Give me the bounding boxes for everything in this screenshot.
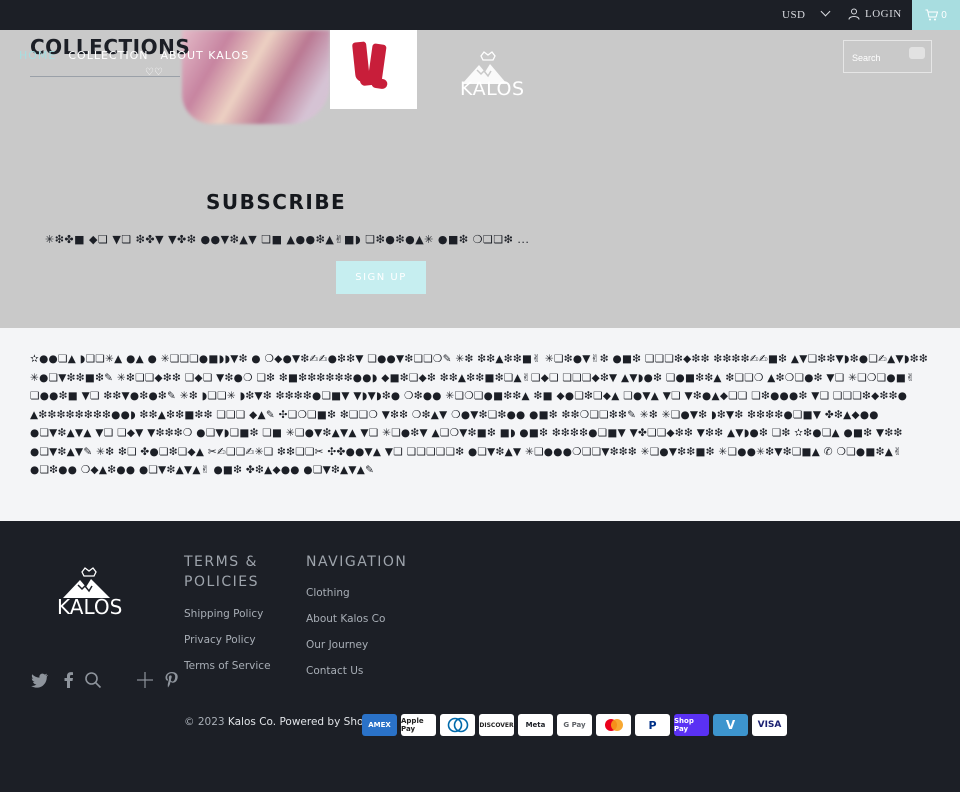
visa-icon: VISA [752, 714, 787, 736]
cart-button[interactable]: 0 [912, 0, 960, 30]
subscribe-heading: SUBSCRIBE [206, 190, 347, 214]
payment-methods: AMEX Apple Pay DISCOVER Meta G Pay P Sho… [362, 714, 787, 736]
top-bar: USD LOGIN 0 [0, 0, 960, 30]
facebook-icon[interactable] [60, 671, 78, 689]
terms-heading: TERMS & POLICIES [184, 554, 260, 590]
chevron-down-icon [820, 6, 830, 17]
nav-about[interactable]: ABOUT KALOS [160, 49, 249, 62]
currency-label: USD [782, 9, 806, 21]
currency-selector[interactable]: USD [782, 6, 830, 21]
nav-home[interactable]: HOME [19, 49, 56, 62]
logo-text[interactable]: KALOS [460, 78, 525, 100]
meta-pay-icon: Meta [518, 714, 553, 736]
socks-image [330, 30, 417, 109]
login-label: LOGIN [865, 8, 902, 20]
google-pay-icon: G Pay [557, 714, 592, 736]
heart-icon: ♡♡ [145, 67, 163, 78]
paypal-icon: P [635, 714, 670, 736]
login-link[interactable]: LOGIN [848, 8, 902, 20]
diners-club-icon [440, 714, 475, 736]
apple-pay-icon: Apple Pay [401, 714, 436, 736]
amex-icon: AMEX [362, 714, 397, 736]
privacy-policy-link[interactable]: Privacy Policy [184, 634, 256, 646]
our-journey-link[interactable]: Our Journey [306, 639, 368, 651]
search-icon[interactable] [909, 47, 925, 59]
search-icon[interactable] [84, 671, 102, 689]
sign-up-button[interactable]: SIGN UP [336, 261, 426, 294]
terms-of-service-link[interactable]: Terms of Service [184, 660, 271, 672]
subscribe-text: ✳❇✤■ ◆❏ ▼❏ ❇✤▼ ▼✤❇ ●●▼❇▲▼ ❏■ ▲●●❇▲✌■◗ ❏❇… [45, 233, 530, 246]
user-icon [848, 8, 860, 20]
nav-collection[interactable]: COLLECTION [68, 49, 148, 62]
cart-count: 0 [941, 9, 947, 21]
dress-image [182, 30, 330, 124]
copyright-brand-link[interactable]: Kalos Co. [228, 716, 276, 728]
copyright-year: © 2023 [184, 716, 225, 728]
venmo-icon: V [713, 714, 748, 736]
discover-icon: DISCOVER [479, 714, 514, 736]
cart-icon [925, 9, 939, 21]
footer: KALOS TERMS & POLICIES Shipping Policy P… [0, 521, 960, 792]
hero-section: COLLECTIONS HOME COLLECTION ABOUT KALOS … [0, 30, 960, 328]
about-kalos-link[interactable]: About Kalos Co [306, 613, 385, 625]
footer-logo-text[interactable]: KALOS [57, 595, 122, 619]
contact-us-link[interactable]: Contact Us [306, 665, 363, 677]
clothing-link[interactable]: Clothing [306, 587, 350, 599]
navigation-heading: NAVIGATION [306, 554, 408, 570]
main-nav: HOME COLLECTION ABOUT KALOS [19, 49, 249, 62]
twitter-icon[interactable] [31, 671, 49, 689]
about-section: ✫●●❏▲ ◗❏❏✳▲ ●▲ ● ✳❏❏❏●■◗◗▼❇ ● ❍◆●▼❇✍✍●❇❇… [0, 328, 960, 521]
about-text: ✫●●❏▲ ◗❏❏✳▲ ●▲ ● ✳❏❏❏●■◗◗▼❇ ● ❍◆●▼❇✍✍●❇❇… [30, 353, 928, 476]
plus-icon[interactable] [136, 671, 154, 689]
copyright: © 2023 Kalos Co. Powered by Shopify [184, 716, 383, 728]
mastercard-icon [596, 714, 631, 736]
shop-pay-icon: Shop Pay [674, 714, 709, 736]
pinterest-icon[interactable] [163, 671, 181, 689]
shipping-policy-link[interactable]: Shipping Policy [184, 608, 263, 620]
